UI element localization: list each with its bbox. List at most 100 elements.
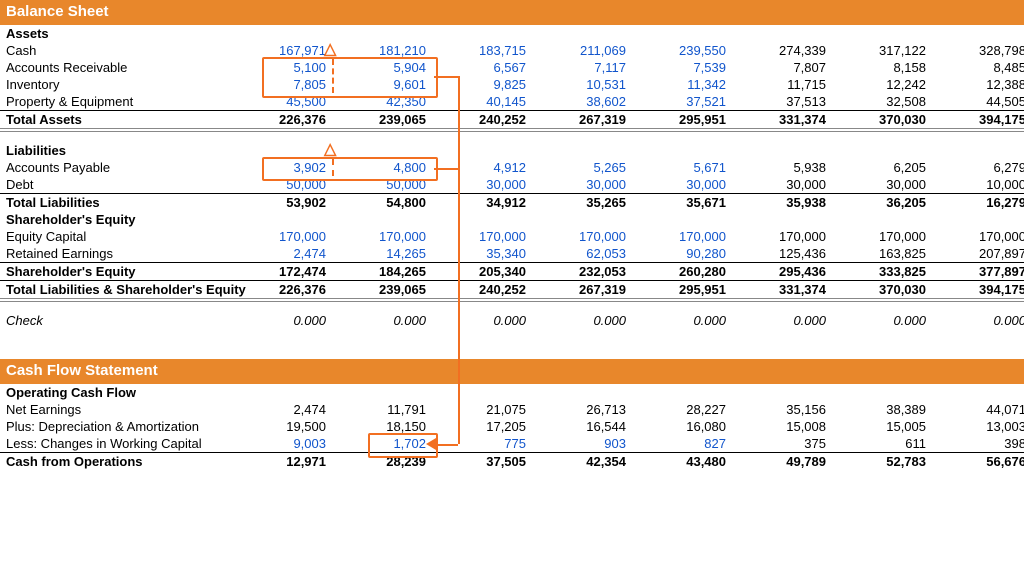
row-equity-capital: Equity Capital170,000170,000170,000170,0… xyxy=(0,228,1024,245)
cell-value: 333,825 xyxy=(832,263,932,281)
cell-value: 15,008 xyxy=(732,418,832,435)
cell-value: 0.000 xyxy=(232,312,332,329)
cell-value: 240,252 xyxy=(432,111,532,131)
row-label: Total Liabilities xyxy=(0,194,232,212)
cell-value: 37,513 xyxy=(732,93,832,111)
row-label: Inventory xyxy=(0,76,232,93)
cash-flow-header: Cash Flow Statement xyxy=(0,359,1024,384)
cell-value: 16,279 xyxy=(932,194,1024,212)
cell-value: 827 xyxy=(632,435,732,453)
cell-value: 90,280 xyxy=(632,245,732,263)
cell-value: 35,265 xyxy=(532,194,632,212)
cell-value: 184,265 xyxy=(332,263,432,281)
cell-value: 267,319 xyxy=(532,111,632,131)
cell-value: 52,783 xyxy=(832,453,932,471)
cell-value: 17,205 xyxy=(432,418,532,435)
row-check: Check0.0000.0000.0000.0000.0000.0000.000… xyxy=(0,312,1024,329)
cell-value: 3,902 xyxy=(232,159,332,176)
row-property-equipment: Property & Equipment45,50042,35040,14538… xyxy=(0,93,1024,111)
cell-value: 394,175 xyxy=(932,111,1024,131)
cell-value: 239,550 xyxy=(632,42,732,59)
row-depreciation-amortization: Plus: Depreciation & Amortization19,5001… xyxy=(0,418,1024,435)
assets-group: Assets xyxy=(0,25,232,42)
cell-value: 207,897 xyxy=(932,245,1024,263)
cell-value: 16,080 xyxy=(632,418,732,435)
cell-value: 226,376 xyxy=(232,281,332,301)
cell-value: 11,342 xyxy=(632,76,732,93)
cell-value: 211,069 xyxy=(532,42,632,59)
cell-value: 181,210 xyxy=(332,42,432,59)
cell-value: 125,436 xyxy=(732,245,832,263)
cell-value: 0.000 xyxy=(932,312,1024,329)
cell-value: 35,156 xyxy=(732,401,832,418)
cell-value: 5,265 xyxy=(532,159,632,176)
cell-value: 267,319 xyxy=(532,281,632,301)
row-label: Cash from Operations xyxy=(0,453,232,471)
cell-value: 232,053 xyxy=(532,263,632,281)
row-debt: Debt50,00050,00030,00030,00030,00030,000… xyxy=(0,176,1024,194)
cell-value: 26,713 xyxy=(532,401,632,418)
cell-value: 170,000 xyxy=(732,228,832,245)
cell-value: 295,951 xyxy=(632,111,732,131)
cell-value: 50,000 xyxy=(232,176,332,194)
cell-value: 30,000 xyxy=(832,176,932,194)
cell-value: 167,971 xyxy=(232,42,332,59)
cell-value: 0.000 xyxy=(432,312,532,329)
row-cash: Cash167,971181,210183,715211,069239,5502… xyxy=(0,42,1024,59)
cell-value: 370,030 xyxy=(832,111,932,131)
cell-value: 6,279 xyxy=(932,159,1024,176)
cell-value: 0.000 xyxy=(532,312,632,329)
cell-value: 42,350 xyxy=(332,93,432,111)
cell-value: 10,531 xyxy=(532,76,632,93)
cell-value: 370,030 xyxy=(832,281,932,301)
cell-value: 170,000 xyxy=(632,228,732,245)
cell-value: 8,485 xyxy=(932,59,1024,76)
cell-value: 8,158 xyxy=(832,59,932,76)
cell-value: 19,500 xyxy=(232,418,332,435)
cell-value: 30,000 xyxy=(532,176,632,194)
cell-value: 2,474 xyxy=(232,401,332,418)
row-accounts-receivable: Accounts Receivable5,1005,9046,5677,1177… xyxy=(0,59,1024,76)
cell-value: 775 xyxy=(432,435,532,453)
cell-value: 12,388 xyxy=(932,76,1024,93)
cell-value: 11,715 xyxy=(732,76,832,93)
cell-value: 375 xyxy=(732,435,832,453)
row-label: Total Assets xyxy=(0,111,232,131)
cell-value: 36,205 xyxy=(832,194,932,212)
cell-value: 44,071 xyxy=(932,401,1024,418)
cell-value: 28,227 xyxy=(632,401,732,418)
row-shareholders-equity: Shareholder's Equity172,474184,265205,34… xyxy=(0,263,1024,281)
cell-value: 170,000 xyxy=(532,228,632,245)
row-total-liabilities: Total Liabilities53,90254,80034,91235,26… xyxy=(0,194,1024,212)
cell-value: 226,376 xyxy=(232,111,332,131)
cell-value: 260,280 xyxy=(632,263,732,281)
cell-value: 11,791 xyxy=(332,401,432,418)
cell-value: 295,436 xyxy=(732,263,832,281)
cell-value: 4,800 xyxy=(332,159,432,176)
cell-value: 40,145 xyxy=(432,93,532,111)
row-net-earnings: Net Earnings2,47411,79121,07526,71328,22… xyxy=(0,401,1024,418)
cell-value: 239,065 xyxy=(332,281,432,301)
cell-value: 18,150 xyxy=(332,418,432,435)
row-inventory: Inventory7,8059,6019,82510,53111,34211,7… xyxy=(0,76,1024,93)
cash-flow-table: Operating Cash Flow Net Earnings2,47411,… xyxy=(0,384,1024,470)
row-retained-earnings: Retained Earnings2,47414,26535,34062,053… xyxy=(0,245,1024,263)
row-label: Debt xyxy=(0,176,232,194)
row-label: Net Earnings xyxy=(0,401,232,418)
cell-value: 37,505 xyxy=(432,453,532,471)
cell-value: 30,000 xyxy=(732,176,832,194)
cell-value: 28,239 xyxy=(332,453,432,471)
cell-value: 12,971 xyxy=(232,453,332,471)
cell-value: 35,671 xyxy=(632,194,732,212)
cell-value: 7,805 xyxy=(232,76,332,93)
cell-value: 34,912 xyxy=(432,194,532,212)
cell-value: 42,354 xyxy=(532,453,632,471)
cell-value: 9,003 xyxy=(232,435,332,453)
cell-value: 35,340 xyxy=(432,245,532,263)
row-accounts-payable: Accounts Payable3,9024,8004,9125,2655,67… xyxy=(0,159,1024,176)
cell-value: 4,912 xyxy=(432,159,532,176)
liabilities-group: Liabilities xyxy=(0,142,232,159)
cell-value: 170,000 xyxy=(832,228,932,245)
cell-value: 12,242 xyxy=(832,76,932,93)
cell-value: 170,000 xyxy=(932,228,1024,245)
